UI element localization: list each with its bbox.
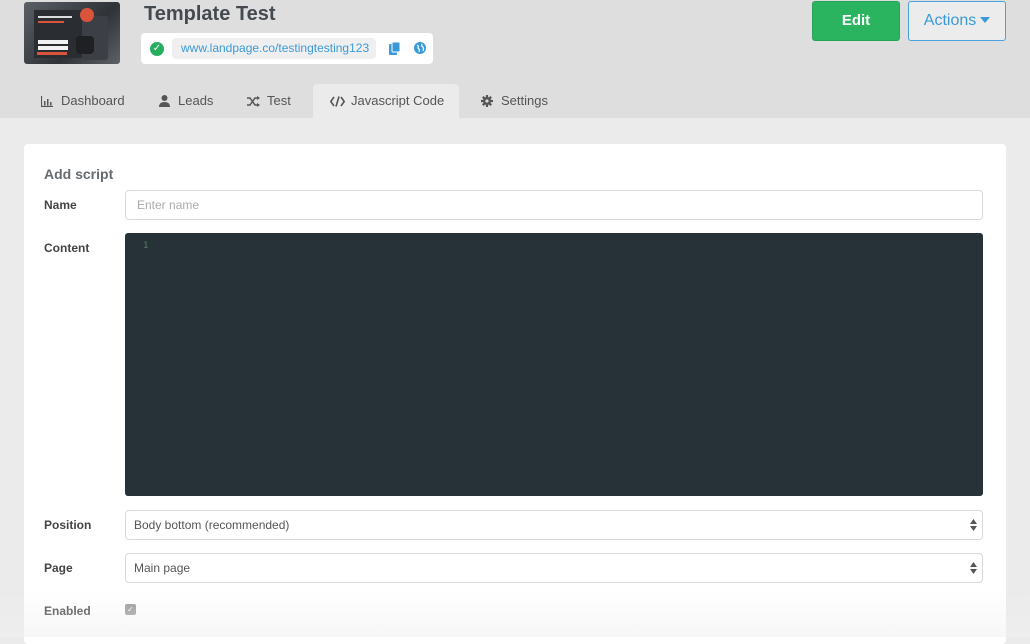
select-arrows-icon bbox=[970, 562, 977, 574]
page-title: Template Test bbox=[144, 3, 276, 25]
tab-label: Dashboard bbox=[61, 93, 125, 108]
tab-settings[interactable]: Settings bbox=[480, 84, 548, 118]
tab-label: Test bbox=[267, 93, 291, 108]
bar-chart-icon bbox=[40, 84, 54, 118]
url-box: ✓ www.landpage.co/testingtesting123 bbox=[141, 33, 433, 64]
edit-button[interactable]: Edit bbox=[812, 1, 900, 41]
tab-bar: Dashboard Leads Test Javascript Code Set… bbox=[0, 84, 1030, 118]
tab-label: Leads bbox=[178, 93, 214, 108]
position-select[interactable]: Body bottom (recommended) bbox=[125, 510, 983, 540]
name-input[interactable] bbox=[125, 190, 983, 220]
user-icon bbox=[157, 84, 171, 118]
tab-javascript-code[interactable]: Javascript Code bbox=[313, 84, 459, 118]
copy-icon[interactable] bbox=[389, 42, 401, 55]
name-label: Name bbox=[44, 198, 77, 212]
page-value: Main page bbox=[134, 561, 191, 575]
thumbnail-line bbox=[38, 16, 72, 18]
line-number: 1 bbox=[143, 241, 149, 251]
thumbnail-badge bbox=[80, 8, 94, 22]
page-select[interactable]: Main page bbox=[125, 553, 983, 583]
thumbnail-line bbox=[38, 21, 64, 23]
check-circle-icon: ✓ bbox=[150, 42, 164, 56]
content-label: Content bbox=[44, 241, 90, 255]
actions-label: Actions bbox=[923, 12, 977, 29]
actions-dropdown-button[interactable]: Actions bbox=[908, 1, 1006, 41]
caret-down-icon bbox=[980, 16, 991, 23]
code-icon bbox=[329, 84, 346, 118]
thumbnail-field bbox=[38, 40, 68, 44]
page-label: Page bbox=[44, 561, 73, 575]
tab-leads[interactable]: Leads bbox=[157, 84, 213, 118]
position-value: Body bottom (recommended) bbox=[134, 518, 290, 532]
tab-label: Settings bbox=[501, 93, 548, 108]
thumbnail-button bbox=[37, 52, 67, 55]
add-script-card: Add script Name Content 1 Position Body … bbox=[24, 144, 1006, 644]
enabled-checkbox[interactable]: ✓ bbox=[125, 604, 136, 615]
globe-icon[interactable] bbox=[414, 42, 426, 54]
shuffle-icon bbox=[246, 84, 260, 118]
page-thumbnail[interactable] bbox=[24, 2, 120, 64]
page-url-link[interactable]: www.landpage.co/testingtesting123 bbox=[172, 38, 376, 59]
tab-label: Javascript Code bbox=[351, 93, 445, 108]
thumbnail-field bbox=[38, 46, 68, 50]
thumbnail-watch bbox=[76, 36, 94, 54]
page-header: Template Test ✓ www.landpage.co/testingt… bbox=[0, 0, 1030, 118]
enabled-label: Enabled bbox=[44, 604, 91, 618]
select-arrows-icon bbox=[970, 519, 977, 531]
tab-dashboard[interactable]: Dashboard bbox=[40, 84, 125, 118]
position-label: Position bbox=[44, 518, 92, 532]
section-title: Add script bbox=[44, 166, 114, 182]
tab-test[interactable]: Test bbox=[246, 84, 291, 118]
gear-icon bbox=[480, 84, 494, 118]
code-editor[interactable]: 1 bbox=[125, 233, 983, 496]
